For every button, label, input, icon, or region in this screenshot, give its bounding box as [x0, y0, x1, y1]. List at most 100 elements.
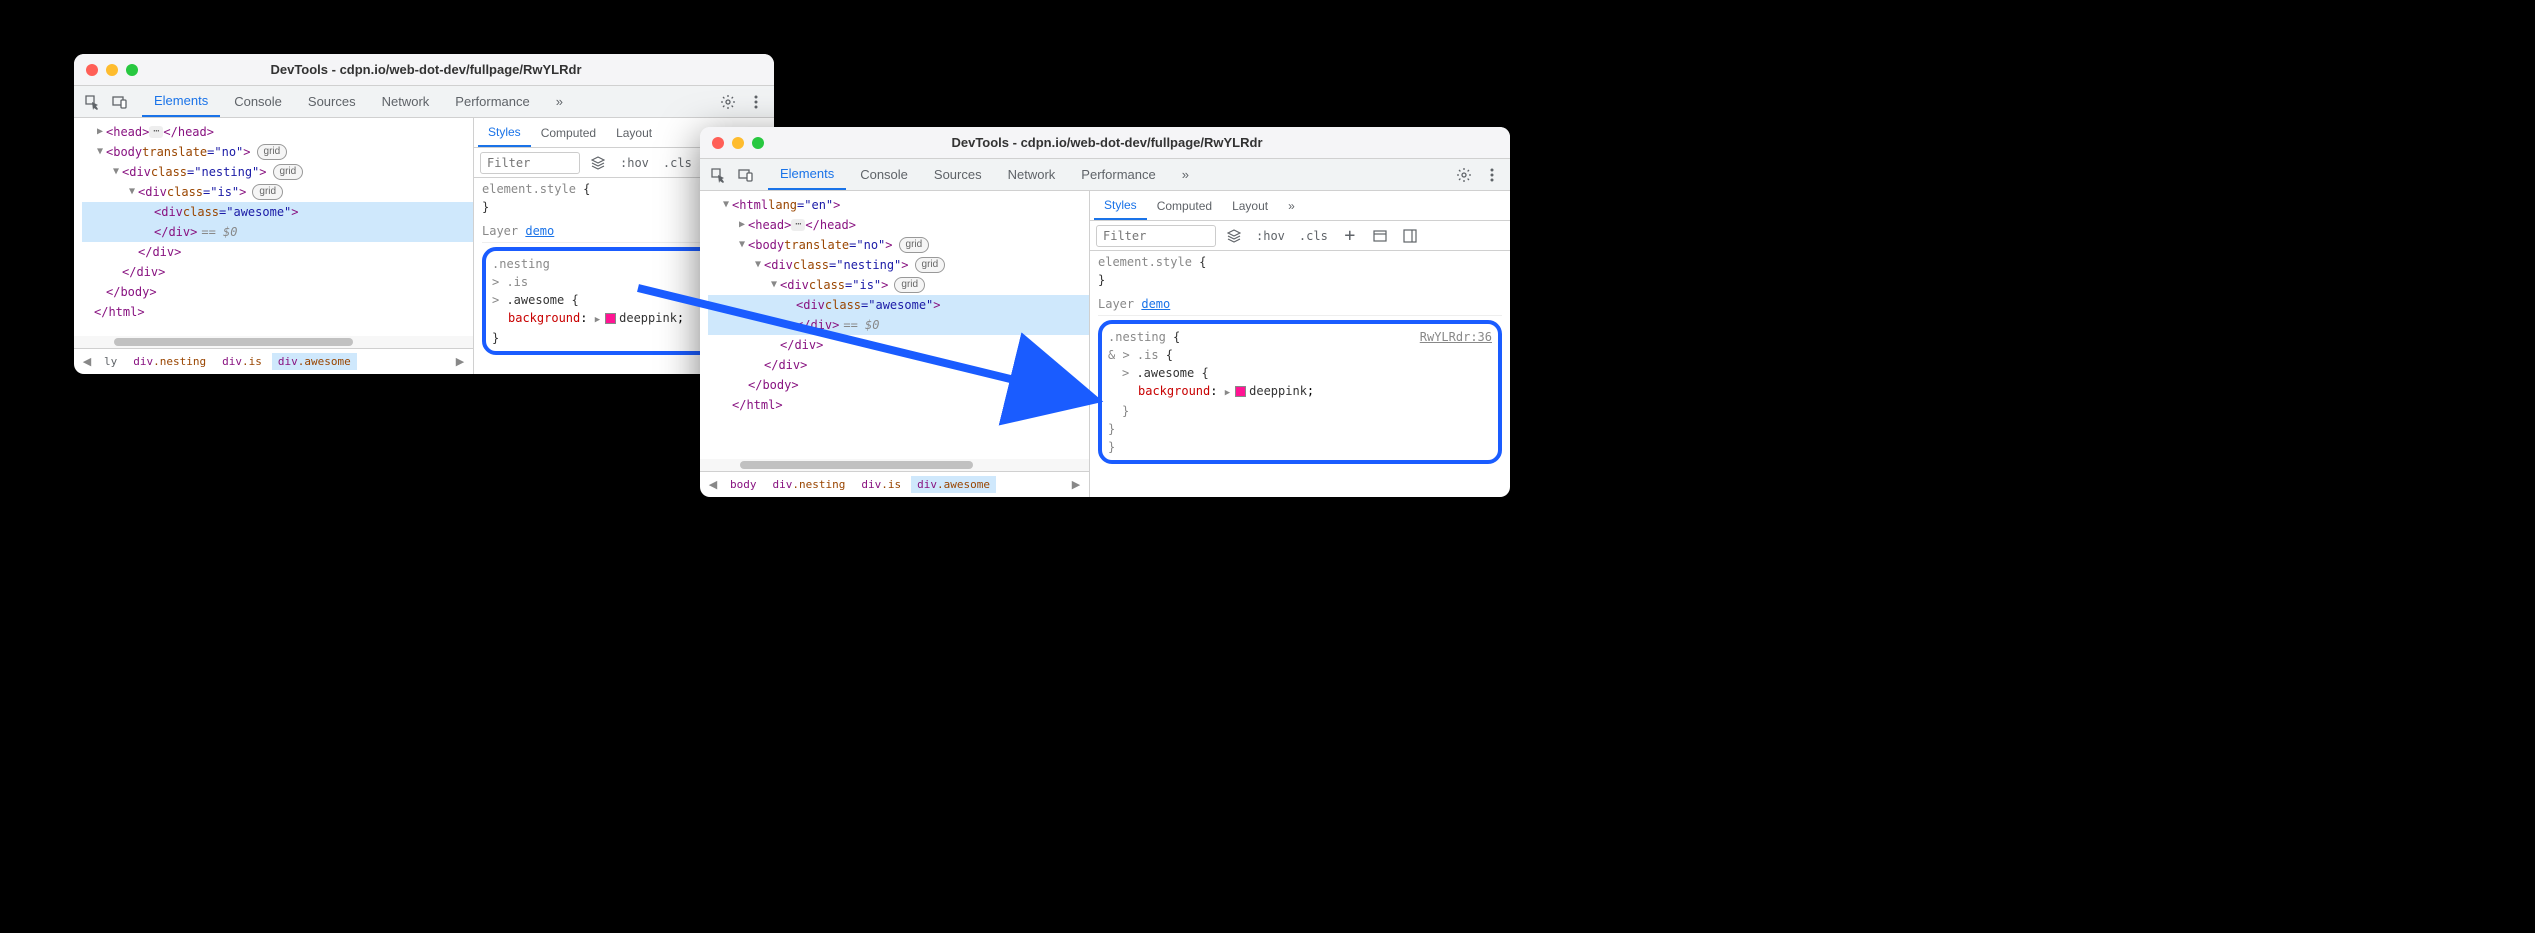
dom-node-is-close[interactable]: </div>	[708, 335, 1089, 355]
device-toolbar-icon[interactable]	[108, 90, 132, 114]
breadcrumb-is[interactable]: div.is	[855, 476, 907, 493]
more-tabs-button[interactable]: »	[1170, 159, 1201, 190]
dom-node-awesome-open[interactable]: <div class="awesome">	[82, 202, 473, 222]
tab-performance[interactable]: Performance	[443, 86, 541, 117]
grid-badge[interactable]: grid	[915, 257, 946, 273]
computed-sidebar-icon[interactable]	[1368, 225, 1392, 247]
breadcrumb-is[interactable]: div.is	[216, 353, 268, 370]
dom-node-is[interactable]: ▼ <div class="is"> grid	[708, 275, 1089, 295]
breadcrumb-awesome[interactable]: div.awesome	[272, 353, 357, 370]
cls-button[interactable]: .cls	[1295, 225, 1332, 247]
dom-node-nesting-close[interactable]: </div>	[708, 355, 1089, 375]
dom-node-body[interactable]: ▼ <body translate="no"> grid	[708, 235, 1089, 255]
grid-badge[interactable]: grid	[257, 144, 288, 160]
styles-tabs-more[interactable]: »	[1278, 191, 1305, 220]
dom-node-html[interactable]: ▼ <html lang="en">	[708, 195, 1089, 215]
dom-node-awesome-close[interactable]: </div> == $0	[82, 222, 473, 242]
collapse-arrow-icon[interactable]: ▼	[768, 275, 780, 295]
styles-filter-input[interactable]	[480, 152, 580, 174]
dom-tree[interactable]: ▶ <head> ⋯ </head> ▼ <body translate="no…	[74, 118, 473, 336]
layer-row[interactable]: Layer demo	[1098, 295, 1502, 316]
dom-node-html-close[interactable]: </html>	[708, 395, 1089, 415]
color-swatch[interactable]	[605, 313, 616, 324]
breadcrumb-next-icon[interactable]: ▶	[453, 355, 467, 368]
tab-console[interactable]: Console	[222, 86, 294, 117]
breadcrumb-body[interactable]: body	[724, 476, 763, 493]
dom-node-nesting[interactable]: ▼ <div class="nesting"> grid	[82, 162, 473, 182]
dom-node-nesting[interactable]: ▼ <div class="nesting"> grid	[708, 255, 1089, 275]
rendering-icon[interactable]	[1398, 225, 1422, 247]
styles-tab-styles[interactable]: Styles	[478, 118, 531, 147]
layers-icon[interactable]	[1222, 225, 1246, 247]
new-style-rule-icon[interactable]: +	[1338, 225, 1362, 247]
dom-node-body[interactable]: ▼ <body translate="no"> grid	[82, 142, 473, 162]
dom-node-head[interactable]: ▶ <head> ⋯ </head>	[82, 122, 473, 142]
expand-shorthand-icon[interactable]: ▶	[1225, 388, 1230, 398]
cls-button[interactable]: .cls	[659, 152, 696, 174]
collapse-arrow-icon[interactable]: ▼	[126, 182, 138, 202]
styles-tab-styles[interactable]: Styles	[1094, 191, 1147, 220]
collapse-arrow-icon[interactable]: ▼	[736, 235, 748, 255]
dom-node-is-close[interactable]: </div>	[82, 242, 473, 262]
tab-elements[interactable]: Elements	[142, 86, 220, 117]
grid-badge[interactable]: grid	[899, 237, 930, 253]
breadcrumb-prev-icon[interactable]: ◀	[706, 478, 720, 491]
settings-gear-icon[interactable]	[716, 90, 740, 114]
inspect-element-icon[interactable]	[706, 163, 730, 187]
horizontal-scrollbar[interactable]	[700, 459, 1089, 471]
kebab-menu-icon[interactable]	[1480, 163, 1504, 187]
layers-icon[interactable]	[586, 152, 610, 174]
dom-node-awesome-close[interactable]: </div> == $0	[708, 315, 1089, 335]
hov-button[interactable]: :hov	[616, 152, 653, 174]
breadcrumb-nesting[interactable]: div.nesting	[767, 476, 852, 493]
dom-node-body-close[interactable]: </body>	[82, 282, 473, 302]
ellipsis-icon[interactable]: ⋯	[149, 126, 163, 138]
breadcrumb-nesting[interactable]: div.nesting	[127, 353, 212, 370]
collapse-arrow-icon[interactable]: ▼	[110, 162, 122, 182]
dom-node-html-close[interactable]: </html>	[82, 302, 473, 322]
breadcrumb-body[interactable]: ly	[98, 353, 123, 370]
dom-node-awesome-open[interactable]: <div class="awesome">	[708, 295, 1089, 315]
collapse-arrow-icon[interactable]: ▼	[720, 195, 732, 215]
tab-sources[interactable]: Sources	[922, 159, 994, 190]
ellipsis-icon[interactable]: ⋯	[791, 219, 805, 231]
grid-badge[interactable]: grid	[252, 184, 283, 200]
styles-tab-computed[interactable]: Computed	[1147, 191, 1222, 220]
tab-performance[interactable]: Performance	[1069, 159, 1167, 190]
style-property[interactable]: background: ▶deeppink;	[1108, 382, 1492, 402]
styles-tab-layout[interactable]: Layout	[606, 118, 662, 147]
style-rule-element[interactable]: element.style { }	[1098, 253, 1502, 289]
layer-link[interactable]: demo	[1141, 297, 1170, 311]
device-toolbar-icon[interactable]	[734, 163, 758, 187]
styles-tab-layout[interactable]: Layout	[1222, 191, 1278, 220]
breadcrumb-awesome[interactable]: div.awesome	[911, 476, 996, 493]
collapse-arrow-icon[interactable]: ▼	[752, 255, 764, 275]
layer-link[interactable]: demo	[525, 224, 554, 238]
styles-tab-computed[interactable]: Computed	[531, 118, 606, 147]
grid-badge[interactable]: grid	[894, 277, 925, 293]
expand-shorthand-icon[interactable]: ▶	[595, 315, 600, 325]
dom-node-nesting-close[interactable]: </div>	[82, 262, 473, 282]
dom-node-is[interactable]: ▼ <div class="is"> grid	[82, 182, 473, 202]
settings-gear-icon[interactable]	[1452, 163, 1476, 187]
tab-sources[interactable]: Sources	[296, 86, 368, 117]
inspect-element-icon[interactable]	[80, 90, 104, 114]
expand-arrow-icon[interactable]: ▶	[736, 215, 748, 235]
breadcrumb-prev-icon[interactable]: ◀	[80, 355, 94, 368]
expand-arrow-icon[interactable]: ▶	[94, 122, 106, 142]
tab-console[interactable]: Console	[848, 159, 920, 190]
grid-badge[interactable]: grid	[273, 164, 304, 180]
styles-filter-input[interactable]	[1096, 225, 1216, 247]
tab-network[interactable]: Network	[370, 86, 442, 117]
tab-network[interactable]: Network	[996, 159, 1068, 190]
more-tabs-button[interactable]: »	[544, 86, 575, 117]
collapse-arrow-icon[interactable]: ▼	[94, 142, 106, 162]
color-swatch[interactable]	[1235, 386, 1246, 397]
horizontal-scrollbar[interactable]	[74, 336, 473, 348]
kebab-menu-icon[interactable]	[744, 90, 768, 114]
tab-elements[interactable]: Elements	[768, 159, 846, 190]
dom-node-body-close[interactable]: </body>	[708, 375, 1089, 395]
dom-node-head[interactable]: ▶ <head> ⋯ </head>	[708, 215, 1089, 235]
source-link[interactable]: RwYLRdr:36	[1420, 328, 1492, 346]
dom-tree[interactable]: ▼ <html lang="en"> ▶ <head> ⋯ </head> ▼ …	[700, 191, 1089, 459]
